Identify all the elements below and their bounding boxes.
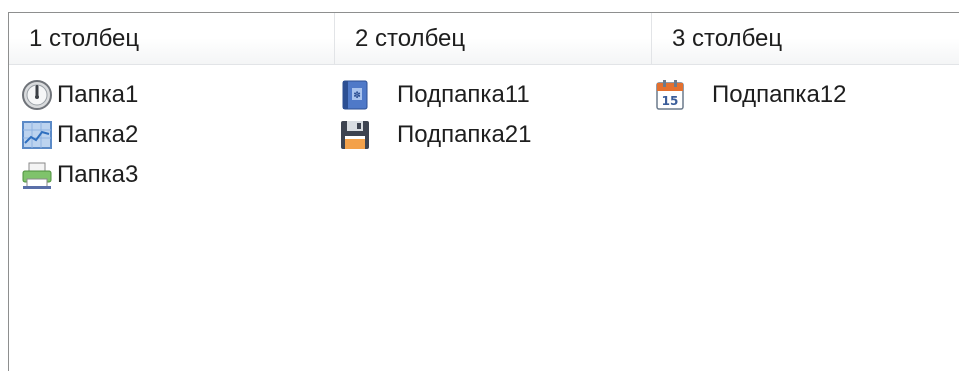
list-item-label: Папка3	[57, 161, 139, 188]
list-item-papka1[interactable]: Папка1	[21, 77, 138, 113]
list-item-podpapka21[interactable]: Подпапка21	[339, 117, 531, 153]
list-item-label: Папка2	[57, 121, 139, 148]
clock-icon	[22, 80, 52, 110]
printer-icon	[22, 162, 52, 189]
list-item-label: Подпапка11	[397, 81, 530, 108]
list-item-papka3[interactable]: Папка3	[21, 157, 138, 193]
list-view[interactable]: 1 столбец 2 столбец 3 столбец Папка1 Пап…	[8, 12, 959, 371]
list-item-podpapka12[interactable]: 15 Подпапка12	[654, 77, 846, 113]
calendar-icon: 15	[656, 80, 684, 110]
list-item-label: Подпапка12	[712, 81, 847, 108]
column-header-1[interactable]: 1 столбец	[9, 13, 335, 65]
list-item-papka2[interactable]: Папка2	[21, 117, 138, 153]
list-item-podpapka11[interactable]: ✽ Подпапка11	[339, 77, 530, 113]
chart-icon	[22, 121, 52, 149]
list-item-label: Папка1	[57, 81, 139, 108]
floppy-disk-icon	[341, 121, 369, 149]
notebook-icon: ✽	[342, 80, 368, 110]
list-item-label: Подпапка21	[397, 121, 532, 148]
column-header-3[interactable]: 3 столбец	[652, 13, 959, 65]
list-header: 1 столбец 2 столбец 3 столбец	[9, 13, 959, 65]
calendar-day-text: 15	[662, 94, 679, 108]
column-header-2[interactable]: 2 столбец	[335, 13, 652, 65]
svg-text:✽: ✽	[353, 91, 361, 101]
